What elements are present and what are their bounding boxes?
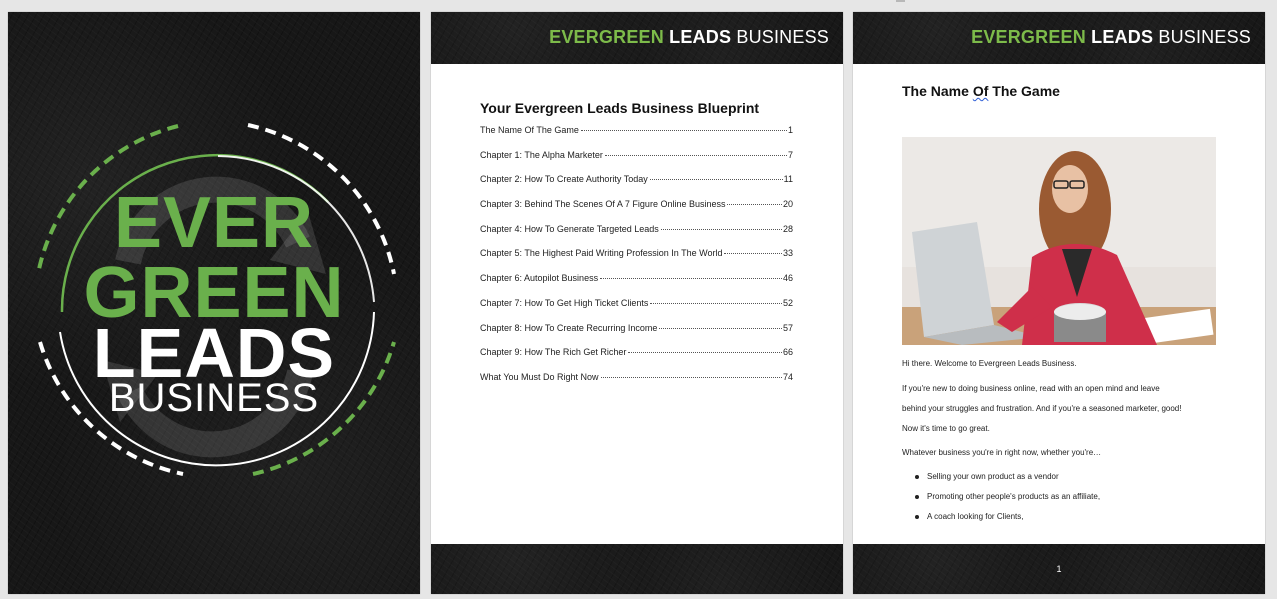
toc-entry[interactable]: What You Must Do Right Now 74 (480, 372, 793, 397)
toc-leader-dots (600, 278, 782, 280)
toc-page[interactable]: EVERGREEN LEADS BUSINESS Your Evergreen … (431, 12, 843, 594)
paragraph: Hi there. Welcome to Evergreen Leads Bus… (902, 359, 1077, 368)
toc-list: The Name Of The Game 1 Chapter 1: The Alp… (480, 125, 793, 397)
bullet-list: Selling your own product as a vendor Pro… (915, 467, 1215, 527)
toc-leader-dots (649, 179, 783, 181)
toc-entry-label: Chapter 6: Autopilot Business (480, 273, 599, 284)
toc-entry-page: 52 (782, 297, 793, 308)
toc-heading: Your Evergreen Leads Business Blueprint (480, 100, 760, 116)
toc-entry-page: 28 (782, 223, 793, 234)
toc-entry-page: 1 (787, 125, 793, 135)
toc-leader-dots (660, 228, 782, 230)
heading-spellcheck-word: Of (972, 83, 989, 99)
heading-part: The Name (902, 83, 973, 99)
toc-entry-label: Chapter 2: How To Create Authority Today (480, 174, 648, 185)
toc-leader-dots (724, 253, 782, 255)
page-header-band: EVERGREEN LEADS BUSINESS (853, 12, 1265, 64)
paragraph-line: behind your struggles and frustration. A… (902, 404, 1182, 413)
brand-leads: LEADS (669, 27, 732, 47)
paragraph: Whatever business you're in right now, w… (902, 448, 1102, 457)
toc-leader-dots (628, 352, 782, 354)
toc-entry-page: 74 (782, 371, 793, 382)
brand-business: BUSINESS (736, 27, 829, 47)
content-page[interactable]: EVERGREEN LEADS BUSINESS The Name Of The… (853, 12, 1265, 594)
toc-entry-label: Chapter 1: The Alpha Marketer (480, 149, 603, 160)
header-brand: EVERGREEN LEADS BUSINESS (971, 27, 1251, 48)
toc-entry-label: Chapter 9: How The Rich Get Richer (480, 347, 627, 358)
toc-entry-page: 66 (782, 347, 793, 358)
toc-entry-page: 33 (782, 248, 793, 259)
brand-evergreen: EVERGREEN (549, 27, 664, 47)
woman-at-laptop-photo (902, 137, 1216, 345)
cover-title-ever: EVER (113, 183, 315, 263)
toc-entry[interactable]: Chapter 6: Autopilot Business 46 (480, 273, 793, 298)
toc-entry-label: Chapter 7: How To Get High Ticket Client… (480, 297, 649, 308)
toc-entry-page: 7 (787, 149, 793, 160)
toc-entry-label: Chapter 4: How To Generate Targeted Lead… (480, 223, 659, 234)
toc-entry[interactable]: Chapter 1: The Alpha Marketer 7 (480, 150, 793, 175)
toc-entry-page: 11 (783, 174, 793, 185)
toc-leader-dots (604, 154, 787, 156)
cover-title-business: BUSINESS (108, 376, 320, 420)
toc-leader-dots (727, 204, 782, 206)
page-header-band: EVERGREEN LEADS BUSINESS (431, 12, 843, 64)
scroll-marker (896, 0, 905, 2)
page-footer-band: 1 (853, 544, 1265, 594)
bullet-item: Promoting other people's products as an … (915, 487, 1215, 507)
toc-entry[interactable]: Chapter 4: How To Generate Targeted Lead… (480, 224, 793, 249)
toc-entry[interactable]: Chapter 3: Behind The Scenes Of A 7 Figu… (480, 199, 793, 224)
chapter-heading: The Name Of The Game (902, 83, 1060, 99)
toc-entry-page: 46 (782, 273, 793, 284)
toc-leader-dots (600, 376, 782, 378)
toc-entry-label: Chapter 5: The Highest Paid Writing Prof… (480, 248, 723, 259)
brand-business: BUSINESS (1158, 27, 1251, 47)
toc-entry-page: 57 (782, 322, 793, 333)
brand-leads: LEADS (1091, 27, 1154, 47)
bullet-item: Selling your own product as a vendor (915, 467, 1215, 487)
toc-entry[interactable]: Chapter 5: The Highest Paid Writing Prof… (480, 248, 793, 273)
toc-leader-dots (580, 130, 787, 131)
bullet-item: A coach looking for Clients, (915, 507, 1215, 527)
toc-entry[interactable]: Chapter 7: How To Get High Ticket Client… (480, 298, 793, 323)
page-number: 1 (1056, 564, 1062, 574)
toc-entry[interactable]: The Name Of The Game 1 (480, 125, 793, 150)
cover-page[interactable]: EVER GREEN LEADS BUSINESS (8, 12, 420, 594)
paragraph-line: Now it's time to go great. (902, 424, 990, 433)
toc-entry-label: The Name Of The Game (480, 125, 579, 135)
toc-entry[interactable]: Chapter 8: How To Create Recurring Incom… (480, 323, 793, 348)
paragraph-line: If you're new to doing business online, … (902, 384, 1160, 393)
toc-entry-label: What You Must Do Right Now (480, 371, 599, 382)
toc-entry-label: Chapter 3: Behind The Scenes Of A 7 Figu… (480, 199, 726, 210)
brand-evergreen: EVERGREEN (971, 27, 1086, 47)
toc-entry-page: 20 (782, 199, 793, 210)
header-brand: EVERGREEN LEADS BUSINESS (549, 27, 829, 48)
toc-entry[interactable]: Chapter 9: How The Rich Get Richer 66 (480, 347, 793, 372)
toc-leader-dots (659, 327, 782, 329)
toc-leader-dots (650, 302, 782, 304)
heading-part: The Game (988, 83, 1060, 99)
toc-entry[interactable]: Chapter 2: How To Create Authority Today… (480, 174, 793, 199)
toc-entry-label: Chapter 8: How To Create Recurring Incom… (480, 322, 658, 333)
page-footer-band (431, 544, 843, 594)
